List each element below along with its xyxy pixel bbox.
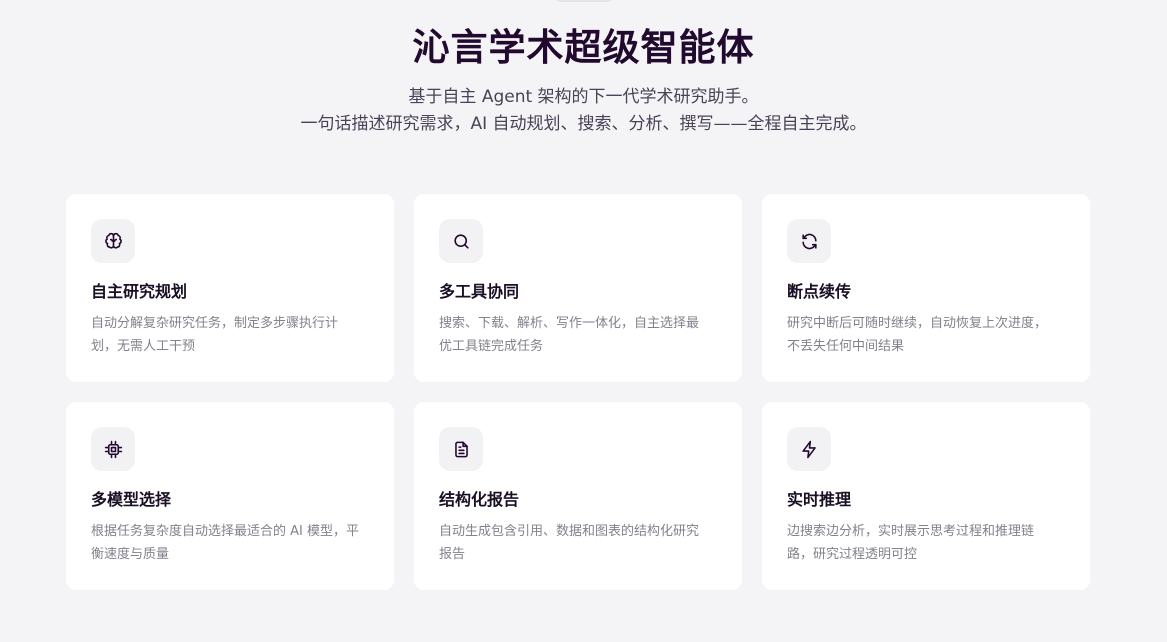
feature-description: 边搜索边分析，实时展示思考过程和推理链路，研究过程透明可控	[787, 524, 1035, 562]
refresh-icon	[801, 233, 817, 249]
feature-title: 多工具协同	[439, 282, 520, 301]
feature-card-multi-tool: 多工具协同 搜索、下载、解析、写作一体化，自主选择最优工具链完成任务	[414, 194, 742, 382]
hero: 沁言学术超级智能体 基于自主 Agent 架构的下一代学术研究助手。 一句话描述…	[0, 24, 1167, 138]
feature-icon-box	[787, 427, 831, 471]
search-icon	[453, 233, 469, 249]
feature-card-research-planning: 自主研究规划 自动分解复杂研究任务，制定多步骤执行计划，无需人工干预	[66, 194, 394, 382]
brain-icon	[104, 232, 122, 249]
feature-description: 搜索、下载、解析、写作一体化，自主选择最优工具链完成任务	[439, 316, 700, 354]
feature-title: 结构化报告	[439, 490, 520, 509]
feature-card-structured-report: 结构化报告 自动生成包含引用、数据和图表的结构化研究报告	[414, 402, 742, 590]
feature-icon-box	[439, 219, 483, 263]
feature-card-resume: 断点续传 研究中断后可随时继续，自动恢复上次进度，不丢失任何中间结果	[762, 194, 1090, 382]
lightning-icon	[801, 440, 816, 458]
top-tab-indicator	[551, 0, 616, 2]
feature-description: 自动分解复杂研究任务，制定多步骤执行计划，无需人工干预	[91, 316, 339, 354]
document-icon	[454, 441, 468, 457]
feature-description: 根据任务复杂度自动选择最适合的 AI 模型，平衡速度与质量	[91, 524, 359, 562]
features-section: 沁言学术超级智能体 基于自主 Agent 架构的下一代学术研究助手。 一句话描述…	[0, 0, 1167, 642]
feature-title: 多模型选择	[91, 490, 172, 509]
hero-subtitle-line-2: 一句话描述研究需求，AI 自动规划、搜索、分析、撰写——全程自主完成。	[300, 114, 867, 134]
feature-title: 断点续传	[787, 282, 852, 301]
feature-title: 实时推理	[787, 490, 852, 509]
feature-card-realtime-reasoning: 实时推理 边搜索边分析，实时展示思考过程和推理链路，研究过程透明可控	[762, 402, 1090, 590]
hero-subtitle-line-1: 基于自主 Agent 架构的下一代学术研究助手。	[408, 87, 759, 107]
feature-description: 自动生成包含引用、数据和图表的结构化研究报告	[439, 524, 700, 562]
cpu-icon	[104, 440, 122, 458]
feature-card-model-selection: 多模型选择 根据任务复杂度自动选择最适合的 AI 模型，平衡速度与质量	[66, 402, 394, 590]
feature-title: 自主研究规划	[91, 282, 188, 301]
feature-description: 研究中断后可随时继续，自动恢复上次进度，不丢失任何中间结果	[787, 316, 1048, 354]
feature-icon-box	[91, 427, 135, 471]
feature-icon-box	[439, 427, 483, 471]
feature-grid: 自主研究规划 自动分解复杂研究任务，制定多步骤执行计划，无需人工干预 多工具协同…	[66, 194, 1090, 590]
page-title: 沁言学术超级智能体	[412, 26, 755, 69]
feature-icon-box	[91, 219, 135, 263]
feature-icon-box	[787, 219, 831, 263]
hero-subtitle: 基于自主 Agent 架构的下一代学术研究助手。 一句话描述研究需求，AI 自动…	[0, 84, 1167, 138]
